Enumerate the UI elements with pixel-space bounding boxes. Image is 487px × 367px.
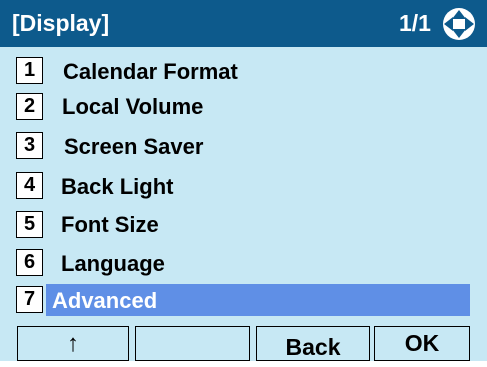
item-number: 3: [16, 132, 43, 159]
phone-display: [Display] 1/1 1 Calendar Format 2 Local …: [0, 0, 487, 361]
item-label: Calendar Format: [63, 59, 238, 84]
item-label: Advanced: [52, 288, 158, 313]
page-title: [Display]: [12, 10, 110, 36]
item-label: Screen Saver: [64, 134, 204, 159]
item-label: Language: [61, 251, 165, 276]
softkey-up-arrow[interactable]: ↑: [17, 326, 129, 361]
page-indicator: 1/1: [399, 10, 431, 36]
item-number: 2: [16, 93, 43, 120]
item-number: 1: [16, 57, 43, 84]
item-label: Font Size: [61, 212, 159, 237]
item-label: Local Volume: [62, 94, 204, 119]
item-number: 7: [16, 286, 43, 313]
up-down-arrows-icon[interactable]: [441, 7, 477, 41]
item-number: 5: [16, 211, 43, 238]
softkey-blank[interactable]: [135, 326, 250, 361]
softkey-back[interactable]: Back: [256, 326, 370, 361]
title-bar: [Display] 1/1: [0, 0, 487, 47]
softkey-ok[interactable]: OK: [374, 326, 470, 361]
item-label: Back Light: [61, 174, 174, 199]
item-number: 6: [16, 249, 43, 276]
item-number: 4: [16, 172, 43, 199]
